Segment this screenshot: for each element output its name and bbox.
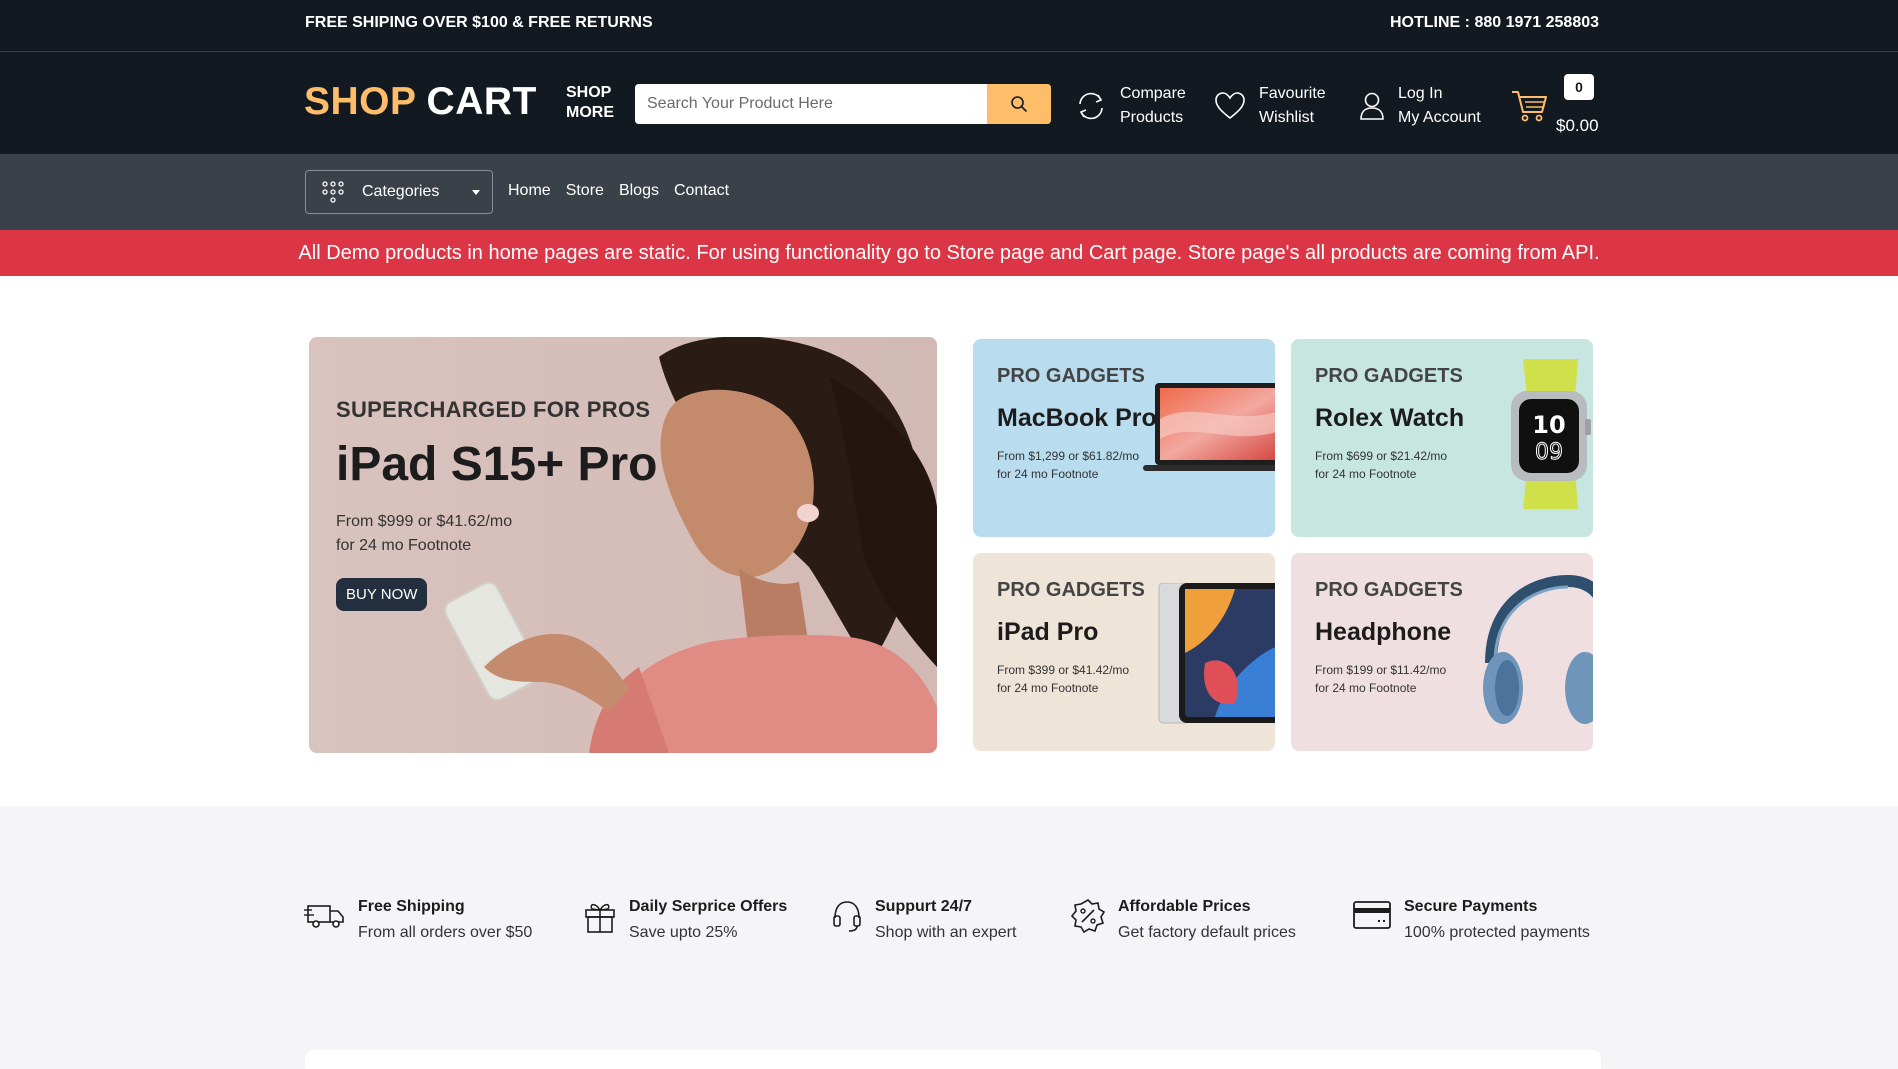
headphone-price: From $199 or $11.42/mo for 24 mo Footnot… <box>1315 661 1463 697</box>
macbook-price-line2: for 24 mo Footnote <box>997 467 1099 481</box>
nav-home[interactable]: Home <box>508 182 551 200</box>
shop-more-link[interactable]: SHOP MORE <box>566 83 614 123</box>
ipad-kicker: PRO GADGETS <box>997 579 1145 601</box>
search-bar <box>635 84 1051 124</box>
account-link[interactable]: Log In My Account <box>1358 82 1481 130</box>
main-banner-price-line2: for 24 mo Footnote <box>336 537 472 554</box>
macbook-price: From $1,299 or $61.82/mo for 24 mo Footn… <box>997 447 1157 483</box>
service-secure-payments: Secure Payments 100% protected payments <box>1352 898 1590 942</box>
headphone-image <box>1483 574 1593 724</box>
heart-icon <box>1215 92 1245 120</box>
service-subtitle: Get factory default prices <box>1118 924 1296 941</box>
service-subtitle: From all orders over $50 <box>358 924 533 941</box>
main-banner-kicker: SUPERCHARGED FOR PROS <box>336 397 651 422</box>
account-line1: Log In <box>1398 85 1443 102</box>
smartwatch-image: 10 09 <box>1511 359 1591 509</box>
service-daily-offers: Daily Serprice Offers Save upto 25% <box>583 898 787 942</box>
compare-icon <box>1079 92 1103 120</box>
categories-label: Categories <box>362 183 440 200</box>
shop-more-line1: SHOP <box>566 84 612 101</box>
main-banner-title: iPad S15+ Pro <box>336 438 658 491</box>
rolex-price-line1: From $699 or $21.42/mo <box>1315 449 1448 463</box>
nav-contact[interactable]: Contact <box>674 182 729 200</box>
rolex-price-line2: for 24 mo Footnote <box>1315 467 1417 481</box>
svg-text:09: 09 <box>1535 440 1563 465</box>
buy-now-button[interactable]: BUY NOW <box>336 578 428 611</box>
gift-icon <box>585 903 615 933</box>
services-section: Free Shipping From all orders over $50 D… <box>0 806 1898 1069</box>
search-button[interactable] <box>987 84 1051 124</box>
nav-blogs[interactable]: Blogs <box>619 182 659 200</box>
compare-products-link[interactable]: Compare Products <box>1074 82 1186 130</box>
service-title: Secure Payments <box>1404 898 1538 915</box>
top-strip: FREE SHIPING OVER $100 & FREE RETURNS HO… <box>0 0 1898 52</box>
hotline-text[interactable]: HOTLINE : 880 1971 258803 <box>1390 14 1599 32</box>
ipad-price-line2: for 24 mo Footnote <box>997 681 1099 695</box>
hero-section: SUPERCHARGED FOR PROS iPad S15+ Pro From… <box>0 276 1898 806</box>
service-subtitle: Shop with an expert <box>875 924 1017 941</box>
macbook-kicker: PRO GADGETS <box>997 365 1145 387</box>
service-affordable-prices: Affordable Prices Get factory default pr… <box>1070 898 1296 942</box>
wishlist-line2: Wishlist <box>1259 109 1315 126</box>
headphone-title: Headphone <box>1315 618 1452 646</box>
banner-ipad-pro[interactable]: PRO GADGETS iPad Pro From $399 or $41.42… <box>973 553 1275 751</box>
service-free-shipping: Free Shipping From all orders over $50 <box>304 898 532 942</box>
main-nav-links: Home Store Blogs Contact <box>508 182 729 200</box>
rolex-title: Rolex Watch <box>1315 404 1465 432</box>
macbook-title: MacBook Pro <box>997 404 1157 432</box>
account-line2: My Account <box>1398 109 1481 126</box>
main-banner-price-line1: From $999 or $41.62/mo <box>336 513 513 530</box>
service-title: Affordable Prices <box>1118 898 1251 915</box>
main-header: SHOPCART SHOP MORE Compare Products Favo… <box>0 52 1898 154</box>
ipad-image <box>1158 583 1275 724</box>
shop-more-line2: MORE <box>566 104 614 121</box>
cart-total: $0.00 <box>1556 116 1599 135</box>
service-title: Suppurt 24/7 <box>875 898 972 915</box>
logo-shop: SHOP <box>304 80 417 123</box>
compare-line1: Compare <box>1120 85 1186 102</box>
wishlist-line1: Favourite <box>1259 85 1326 102</box>
headphone-price-line1: From $199 or $11.42/mo <box>1315 663 1447 677</box>
logo-cart: CART <box>426 80 537 123</box>
truck-icon <box>304 905 344 928</box>
svg-text:10: 10 <box>1532 411 1565 439</box>
nav-bar: Categories Home Store Blogs Contact <box>0 154 1898 230</box>
service-subtitle: Save upto 25% <box>629 924 738 941</box>
ipad-title: iPad Pro <box>997 618 1099 646</box>
categories-card <box>305 1050 1601 1069</box>
macbook-price-line1: From $1,299 or $61.82/mo <box>997 449 1140 463</box>
banner-macbook-pro[interactable]: PRO GADGETS MacBook Pro From $1,299 or $… <box>973 339 1275 537</box>
service-title: Free Shipping <box>358 898 465 915</box>
categories-dropdown[interactable]: Categories <box>305 170 493 214</box>
search-input[interactable] <box>635 84 987 124</box>
ipad-price: From $399 or $41.42/mo for 24 mo Footnot… <box>997 661 1145 697</box>
discount-badge-icon <box>1070 899 1106 934</box>
main-banner[interactable]: SUPERCHARGED FOR PROS iPad S15+ Pro From… <box>309 337 937 753</box>
rolex-price: From $699 or $21.42/mo for 24 mo Footnot… <box>1315 447 1464 483</box>
free-shipping-text: FREE SHIPING OVER $100 & FREE RETURNS <box>305 14 653 31</box>
user-icon <box>1360 92 1384 120</box>
nav-store[interactable]: Store <box>566 182 604 200</box>
grid-dots-icon <box>322 181 344 203</box>
banner-headphone[interactable]: PRO GADGETS Headphone From $199 or $11.4… <box>1291 553 1593 751</box>
credit-card-icon <box>1353 901 1391 929</box>
demo-notice-banner: All Demo products in home pages are stat… <box>0 230 1898 276</box>
headphone-kicker: PRO GADGETS <box>1315 579 1463 601</box>
service-title: Daily Serprice Offers <box>629 898 788 915</box>
cart-icon <box>1512 91 1547 122</box>
search-icon <box>1011 96 1027 112</box>
compare-line2: Products <box>1120 109 1184 126</box>
chevron-down-icon <box>472 190 480 195</box>
headset-icon <box>833 901 861 932</box>
banner-rolex-watch[interactable]: 10 09 PRO GADGETS Rolex Watch From $699 … <box>1291 339 1593 537</box>
wishlist-link[interactable]: Favourite Wishlist <box>1213 82 1326 130</box>
ipad-price-line1: From $399 or $41.42/mo <box>997 663 1130 677</box>
cart-count-badge: 0 <box>1564 74 1594 100</box>
headphone-price-line2: for 24 mo Footnote <box>1315 681 1417 695</box>
service-support: Suppurt 24/7 Shop with an expert <box>831 898 1016 942</box>
service-subtitle: 100% protected payments <box>1404 924 1590 941</box>
site-logo[interactable]: SHOP CART <box>304 80 537 124</box>
rolex-kicker: PRO GADGETS <box>1315 365 1463 387</box>
main-banner-price: From $999 or $41.62/mo for 24 mo Footnot… <box>336 510 658 558</box>
